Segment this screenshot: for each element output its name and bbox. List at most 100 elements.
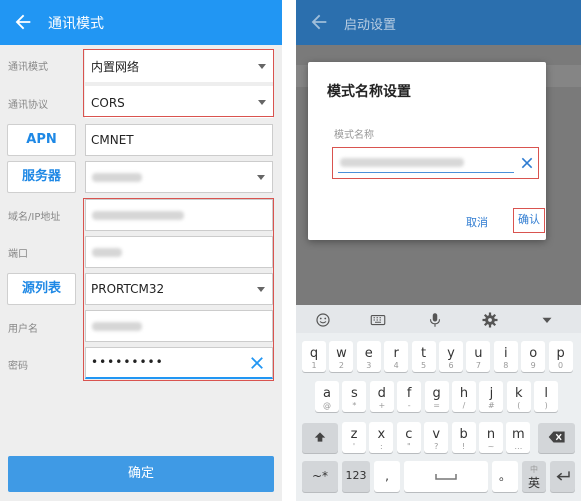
key-sub-label: 7 (475, 361, 481, 370)
key-l[interactable]: l) (534, 381, 559, 412)
protocol-select[interactable]: CORS (85, 86, 273, 118)
key-x[interactable]: x: (369, 422, 394, 453)
key-sub-label: : (380, 442, 383, 451)
key-label: m (512, 427, 525, 442)
blurred-value (92, 322, 142, 331)
key-i[interactable]: i8 (493, 341, 518, 372)
key-y[interactable]: y6 (439, 341, 463, 372)
back-arrow-icon[interactable] (308, 11, 330, 33)
key-m[interactable]: m… (506, 422, 531, 453)
source-value: PRORTCM32 (91, 282, 165, 296)
mode-select[interactable]: 内置网络 (85, 50, 273, 82)
key-c[interactable]: c " (396, 422, 421, 453)
key-sub-label: 0 (558, 361, 564, 370)
key-q[interactable]: q1 (302, 341, 326, 372)
enter-icon (556, 471, 570, 481)
key-s[interactable]: s * (342, 381, 367, 412)
key-b[interactable]: b! (451, 422, 476, 453)
domain-field[interactable] (85, 199, 273, 231)
password-field[interactable]: ••••••••• (85, 347, 273, 379)
cancel-button[interactable]: 取消 (466, 214, 488, 230)
key-sub-label: 6 (448, 361, 454, 370)
key-z[interactable]: z ' (342, 422, 366, 453)
key-label: v (432, 427, 441, 442)
key-j[interactable]: j # (479, 381, 504, 412)
symbol-key[interactable]: ~* (302, 461, 338, 492)
key-sub-label: ( (517, 401, 521, 410)
key-t[interactable]: t5 (411, 341, 436, 372)
period-key-label: 。 (498, 469, 511, 483)
emoji-icon[interactable] (314, 311, 332, 329)
apn-button[interactable]: APN (7, 124, 76, 156)
confirm-button[interactable]: 确定 (8, 456, 274, 492)
input-underline (338, 172, 514, 173)
key-label: s (351, 386, 358, 401)
key-label: z (350, 427, 358, 442)
symbol-key-label: ~* (311, 469, 329, 483)
key-a[interactable]: a @ (315, 381, 339, 412)
ok-button[interactable]: 确认 (514, 208, 544, 232)
soft-keyboard: q1w2e3r4t5y6u7i8o9p0 a @ s * d + f - g = h / j # k(l) … (296, 305, 581, 501)
blurred-value (340, 158, 464, 167)
mode-name-input[interactable] (334, 148, 540, 178)
key-k[interactable]: k( (506, 381, 531, 412)
key-sub-label: / (462, 401, 466, 410)
key-sub-label: + (378, 401, 386, 410)
comma-key[interactable]: , (374, 461, 400, 492)
server-select[interactable] (85, 161, 273, 193)
space-bar-icon (435, 474, 457, 480)
key-h[interactable]: h / (452, 381, 476, 412)
key-d[interactable]: d + (369, 381, 394, 412)
key-sub-label: ' (352, 442, 356, 451)
port-label: 端口 (8, 249, 28, 260)
field-label: 模式名称 (334, 130, 374, 141)
number-key[interactable]: 123 (342, 461, 370, 492)
source-select[interactable]: PRORTCM32 (85, 273, 273, 305)
settings-gear-icon[interactable] (481, 311, 499, 329)
key-f[interactable]: f- (397, 381, 422, 412)
key-sub-label: = (433, 401, 440, 410)
key-sub-label: 1 (311, 361, 317, 370)
backspace-key[interactable] (538, 423, 575, 453)
username-field[interactable] (85, 310, 273, 342)
apn-field[interactable]: CMNET (85, 124, 273, 156)
key-n[interactable]: n ~ (479, 422, 503, 453)
key-sub-label: ? (434, 442, 439, 451)
key-label: g (432, 386, 441, 401)
key-e[interactable]: e3 (356, 341, 381, 372)
mode-value: 内置网络 (91, 60, 140, 74)
dropdown-arrow-icon (258, 64, 266, 69)
shift-key[interactable] (302, 423, 338, 453)
period-key[interactable]: 。 (492, 461, 518, 492)
right-screen: 启动设置 模式名称设置 模式名称 取消 确认 q 1 w 2 e 3 r 4 t… (296, 0, 581, 501)
enter-key[interactable] (550, 461, 575, 492)
port-field[interactable] (85, 236, 273, 268)
microphone-icon[interactable] (426, 311, 444, 329)
server-button[interactable]: 服务器 (7, 161, 76, 193)
key-p[interactable]: p0 (548, 341, 573, 372)
mode-label: 通讯模式 (8, 62, 48, 73)
key-r[interactable]: r4 (384, 341, 409, 372)
language-switch-key[interactable]: 中 英 (522, 461, 546, 492)
backspace-icon (548, 431, 565, 443)
source-list-button[interactable]: 源列表 (7, 273, 76, 305)
key-v[interactable]: v? (424, 422, 449, 453)
clear-icon[interactable] (248, 354, 266, 372)
key-g[interactable]: g = (424, 381, 449, 412)
keyboard-icon[interactable] (369, 311, 387, 329)
space-key[interactable] (404, 461, 488, 492)
key-label: f (406, 386, 412, 401)
key-sub-label: ) (544, 401, 548, 410)
key-sub-label: … (514, 442, 523, 451)
back-arrow-icon[interactable] (12, 11, 34, 33)
key-label: j (489, 386, 494, 401)
number-key-label: 123 (345, 469, 367, 482)
collapse-keyboard-icon[interactable] (538, 311, 556, 329)
key-w[interactable]: w2 (329, 341, 354, 372)
clear-icon[interactable] (519, 155, 535, 171)
key-o[interactable]: o9 (521, 341, 546, 372)
blurred-value (92, 248, 122, 257)
key-u[interactable]: u7 (466, 341, 491, 372)
key-label: c (405, 427, 413, 442)
left-screen: 通讯模式 通讯模式 内置网络 通讯协议 CORS APN CMNET 服务器 域… (0, 0, 282, 501)
